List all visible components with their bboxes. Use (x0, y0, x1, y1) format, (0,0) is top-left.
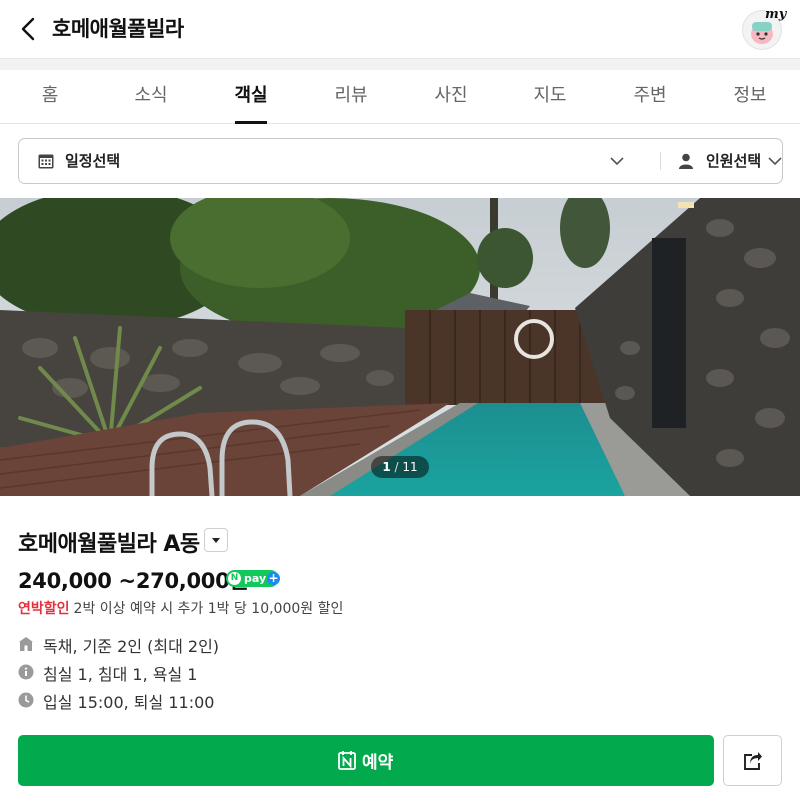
booking-selector: 일정선택 인원선택 (18, 138, 783, 184)
active-tab-indicator (235, 121, 267, 124)
room-price: 240,000 ~270,000원 (18, 569, 249, 593)
tab-home[interactable]: 홈 (5, 70, 95, 124)
guest-select-label: 인원선택 (706, 152, 762, 170)
naver-booking-icon (338, 751, 356, 770)
tab-label: 주변 (633, 85, 667, 106)
chevron-down-icon (768, 157, 782, 166)
tab-news[interactable]: 소식 (106, 70, 196, 124)
checkin-text: 입실 15:00, 퇴실 11:00 (43, 693, 215, 712)
photo-counter-separator: / (394, 460, 399, 474)
app-header: 호메애월풀빌라 my (0, 0, 800, 58)
photo-current-index: 1 (382, 460, 391, 474)
back-button[interactable] (14, 14, 42, 44)
tab-photos[interactable]: 사진 (406, 70, 496, 124)
room-name: 호메애월풀빌라 A동 (18, 532, 200, 557)
date-select-button[interactable]: 일정선택 (19, 139, 641, 183)
chevron-down-icon (610, 157, 624, 166)
tab-label: 리뷰 (334, 85, 368, 106)
tab-label: 객실 (234, 85, 268, 106)
chevron-left-icon (21, 17, 35, 41)
discount-label: 연박할인 (18, 601, 70, 617)
tab-label: 홈 (41, 85, 59, 106)
tab-nearby[interactable]: 주변 (605, 70, 695, 124)
date-select-label: 일정선택 (65, 152, 121, 170)
page-title: 호메애월풀빌라 (52, 17, 184, 41)
photo-total-count: 11 (402, 460, 418, 474)
tab-info[interactable]: 정보 (705, 70, 795, 124)
tab-rooms[interactable]: 객실 (206, 70, 296, 124)
reserve-label: 예약 (362, 753, 394, 773)
naver-n-icon: N (228, 572, 241, 585)
tab-label: 사진 (434, 85, 468, 106)
discount-info: 연박할인 2박 이상 예약 시 추가 1박 당 10,000원 할인 (18, 598, 343, 618)
tab-reviews[interactable]: 리뷰 (306, 70, 396, 124)
tab-label: 정보 (733, 85, 767, 106)
discount-text: 2박 이상 예약 시 추가 1박 당 10,000원 할인 (73, 601, 344, 617)
tab-label: 소식 (134, 85, 168, 106)
guest-select-button[interactable]: 인원선택 (661, 139, 783, 183)
house-icon (19, 637, 33, 651)
beds-text: 침실 1, 침대 1, 욕실 1 (43, 665, 198, 684)
npay-label: pay (244, 572, 267, 585)
caret-down-icon (212, 538, 220, 543)
plus-icon: + (267, 571, 280, 585)
occupancy-text: 독채, 기준 2인 (최대 2인) (43, 637, 220, 656)
npay-badge: N pay + (226, 570, 280, 587)
divider-band (0, 58, 800, 70)
my-profile-button[interactable]: my (742, 7, 786, 50)
tab-label: 지도 (533, 85, 567, 106)
room-dropdown-button[interactable] (204, 528, 228, 552)
tab-map[interactable]: 지도 (505, 70, 595, 124)
room-photo-carousel[interactable] (0, 198, 800, 496)
my-label: my (765, 7, 787, 22)
pool-villa-photo (0, 198, 800, 496)
photo-counter: 1 / 11 (371, 456, 429, 478)
person-icon (679, 153, 693, 169)
reserve-button[interactable]: 예약 (18, 735, 714, 786)
share-button[interactable] (723, 735, 782, 786)
share-icon (744, 752, 762, 770)
tab-bar: 홈 소식 객실 리뷰 사진 지도 주변 정보 (0, 70, 800, 124)
info-icon (18, 664, 34, 680)
calendar-icon (38, 154, 54, 169)
clock-icon (18, 692, 34, 708)
